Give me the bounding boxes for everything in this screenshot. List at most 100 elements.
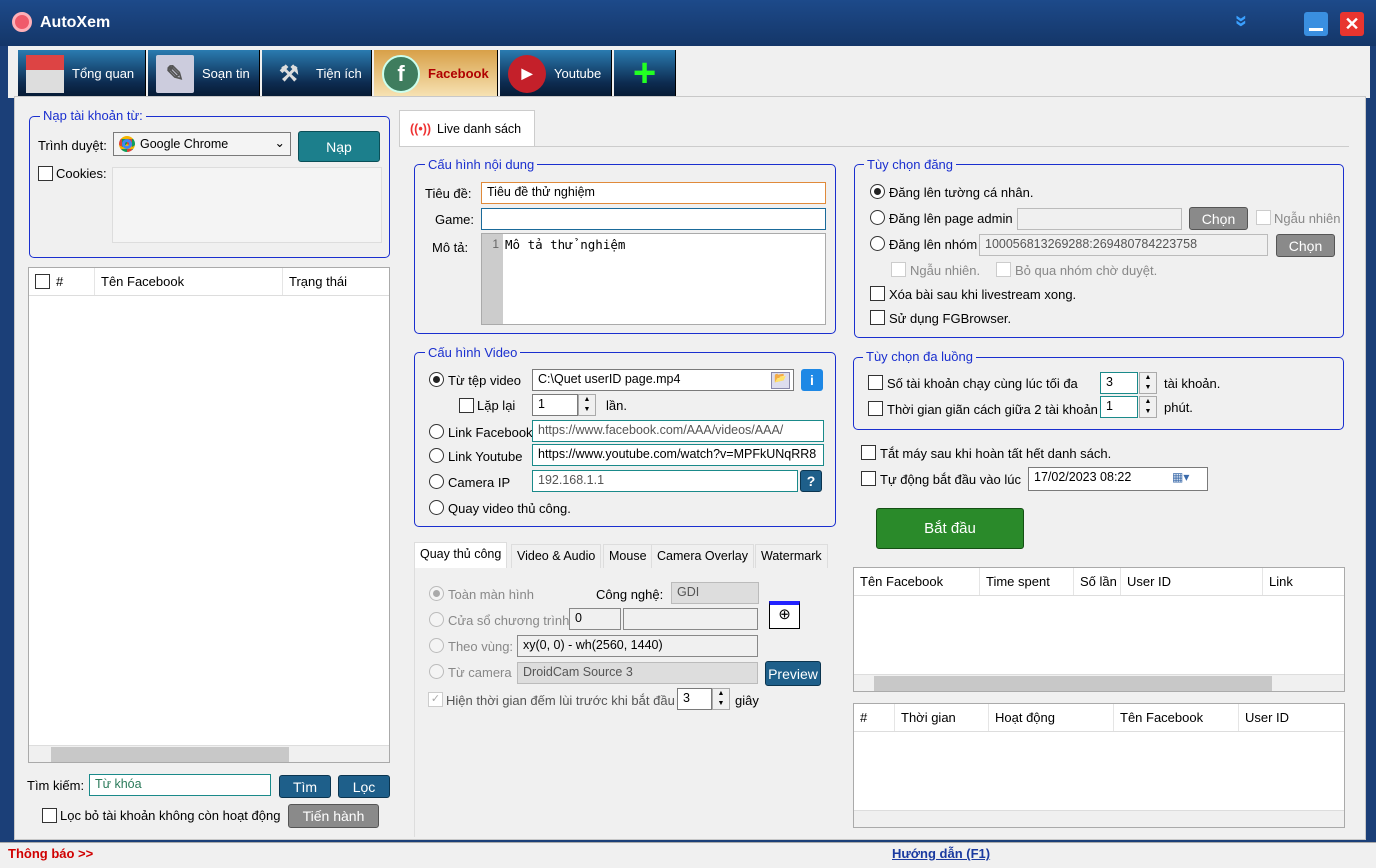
title-label: Tiêu đề: [425, 186, 472, 201]
window-title-input[interactable] [623, 608, 758, 630]
from-file-radio[interactable] [429, 372, 444, 387]
link-fb-radio[interactable] [429, 424, 444, 439]
col-header[interactable]: Tên Facebook [1114, 704, 1239, 731]
countdown-stepper[interactable]: ▲ ▼ [712, 688, 730, 710]
cookies-textarea[interactable] [112, 167, 382, 243]
interval-checkbox[interactable] [868, 401, 883, 416]
window-radio[interactable] [429, 612, 444, 627]
tab-add[interactable]: + [614, 50, 676, 97]
tab-tong-quan[interactable]: Tổng quan [18, 50, 146, 97]
horizontal-scrollbar[interactable] [854, 810, 1344, 827]
window-picker-icon[interactable]: ⊕ [769, 601, 800, 629]
max-accounts-stepper[interactable]: ▲ ▼ [1139, 372, 1157, 394]
camera-ip-input[interactable]: 192.168.1.1 [532, 470, 798, 492]
post-group-radio[interactable] [870, 236, 885, 251]
hammer-icon: ⚒ [279, 60, 299, 86]
tab-live-list[interactable]: ((•)) Live danh sách [399, 110, 535, 147]
fullscreen-radio[interactable] [429, 586, 444, 601]
col-header[interactable]: Số lần [1074, 568, 1121, 595]
col-header[interactable]: # [854, 704, 895, 731]
interval-stepper[interactable]: ▲ ▼ [1139, 396, 1157, 418]
browser-select[interactable]: Google Chrome ⌄ [113, 132, 291, 156]
col-header[interactable]: Tên Facebook [95, 268, 283, 295]
help-button[interactable]: ? [800, 470, 822, 492]
tech-select[interactable]: GDI [671, 582, 759, 604]
post-wall-radio[interactable] [870, 184, 885, 199]
auto-start-checkbox[interactable] [861, 471, 876, 486]
tab-facebook[interactable]: f Facebook [374, 50, 498, 97]
collapse-icon[interactable]: » [1229, 15, 1255, 27]
help-link[interactable]: Hướng dẫn (F1) [892, 846, 990, 861]
skip-pending-checkbox[interactable] [996, 262, 1011, 277]
countdown-checkbox[interactable]: ✓ [428, 692, 443, 707]
col-header[interactable]: Trạng thái [283, 268, 389, 295]
repeat-input[interactable]: 1 [532, 394, 578, 416]
desc-editor[interactable]: 1 Mô tả thử nghiệm [481, 233, 826, 325]
find-button[interactable]: Tìm [279, 775, 331, 798]
col-header[interactable]: Link [1263, 568, 1343, 595]
subtab-manual[interactable]: Quay thủ công [414, 542, 508, 568]
browse-folder-icon[interactable]: 📂 [771, 372, 790, 389]
col-header[interactable]: Time spent [980, 568, 1074, 595]
repeat-stepper[interactable]: ▲ ▼ [578, 394, 596, 416]
youtube-icon: ▶ [508, 54, 546, 93]
group-input[interactable]: 100056813269288:269480784223758 [979, 234, 1268, 256]
region-input[interactable]: xy(0, 0) - wh(2560, 1440) [517, 635, 758, 657]
camera-radio[interactable] [429, 664, 444, 679]
choose-group-button[interactable]: Chọn [1276, 234, 1335, 257]
file-input[interactable]: C:\Quet userID page.mp4 [532, 369, 794, 391]
load-button[interactable]: Nạp [298, 131, 380, 162]
use-fg-checkbox[interactable] [870, 310, 885, 325]
cookies-checkbox[interactable] [38, 166, 53, 181]
camera-ip-radio[interactable] [429, 474, 444, 489]
col-header[interactable]: Thời gian [895, 704, 989, 731]
horizontal-scrollbar[interactable] [854, 674, 1344, 691]
title-input[interactable]: Tiêu đề thử nghiệm [481, 182, 826, 204]
calendar-icon[interactable]: ▦▾ [1172, 470, 1189, 484]
col-header[interactable]: User ID [1239, 704, 1339, 731]
select-all-checkbox[interactable] [35, 274, 50, 289]
game-input[interactable] [481, 208, 826, 230]
link-fb-input[interactable]: https://www.facebook.com/AAA/videos/AAA/ [532, 420, 824, 442]
subtab-mouse[interactable]: Mouse [603, 544, 653, 568]
col-header[interactable]: Tên Facebook [854, 568, 980, 595]
random-page-checkbox[interactable] [1256, 210, 1271, 225]
repeat-label: Lặp lại [477, 398, 516, 413]
random-group-checkbox[interactable] [891, 262, 906, 277]
interval-input[interactable]: 1 [1100, 396, 1138, 418]
close-button[interactable]: ✕ [1340, 12, 1364, 36]
link-yt-input[interactable]: https://www.youtube.com/watch?v=MPFkUNqR… [532, 444, 824, 466]
subtab-watermark[interactable]: Watermark [755, 544, 828, 568]
tab-soan-tin[interactable]: ✎ Soạn tin [148, 50, 260, 97]
proceed-button[interactable]: Tiến hành [288, 804, 379, 828]
horizontal-scrollbar[interactable] [29, 745, 389, 762]
tab-youtube[interactable]: ▶ Youtube [500, 50, 612, 97]
max-accounts-checkbox[interactable] [868, 375, 883, 390]
start-button[interactable]: Bắt đầu [876, 508, 1024, 549]
link-yt-radio[interactable] [429, 448, 444, 463]
camera-select[interactable]: DroidCam Source 3 [517, 662, 758, 684]
subtab-camera-overlay[interactable]: Camera Overlay [651, 544, 754, 568]
info-icon[interactable]: i [801, 369, 823, 391]
chevron-down-icon: ⌄ [274, 136, 285, 150]
preview-button[interactable]: Preview [765, 661, 821, 686]
subtab-video-audio[interactable]: Video & Audio [511, 544, 602, 568]
region-radio[interactable] [429, 638, 444, 653]
post-page-radio[interactable] [870, 210, 885, 225]
search-input[interactable]: Từ khóa [89, 774, 271, 796]
delete-after-checkbox[interactable] [870, 286, 885, 301]
col-header[interactable]: User ID [1121, 568, 1263, 595]
max-accounts-input[interactable]: 3 [1100, 372, 1138, 394]
shutdown-checkbox[interactable] [861, 445, 876, 460]
filter-inactive-checkbox[interactable] [42, 808, 57, 823]
window-handle-input[interactable]: 0 [569, 608, 621, 630]
tab-tien-ich[interactable]: ⚒ Tiện ích [262, 50, 372, 97]
page-input[interactable] [1017, 208, 1182, 230]
choose-page-button[interactable]: Chọn [1189, 207, 1248, 230]
filter-button[interactable]: Lọc [338, 775, 390, 798]
manual-radio[interactable] [429, 500, 444, 515]
countdown-input[interactable]: 3 [677, 688, 712, 710]
minimize-button[interactable] [1304, 12, 1328, 36]
repeat-checkbox[interactable] [459, 398, 474, 413]
col-header[interactable]: Hoạt động [989, 704, 1114, 731]
